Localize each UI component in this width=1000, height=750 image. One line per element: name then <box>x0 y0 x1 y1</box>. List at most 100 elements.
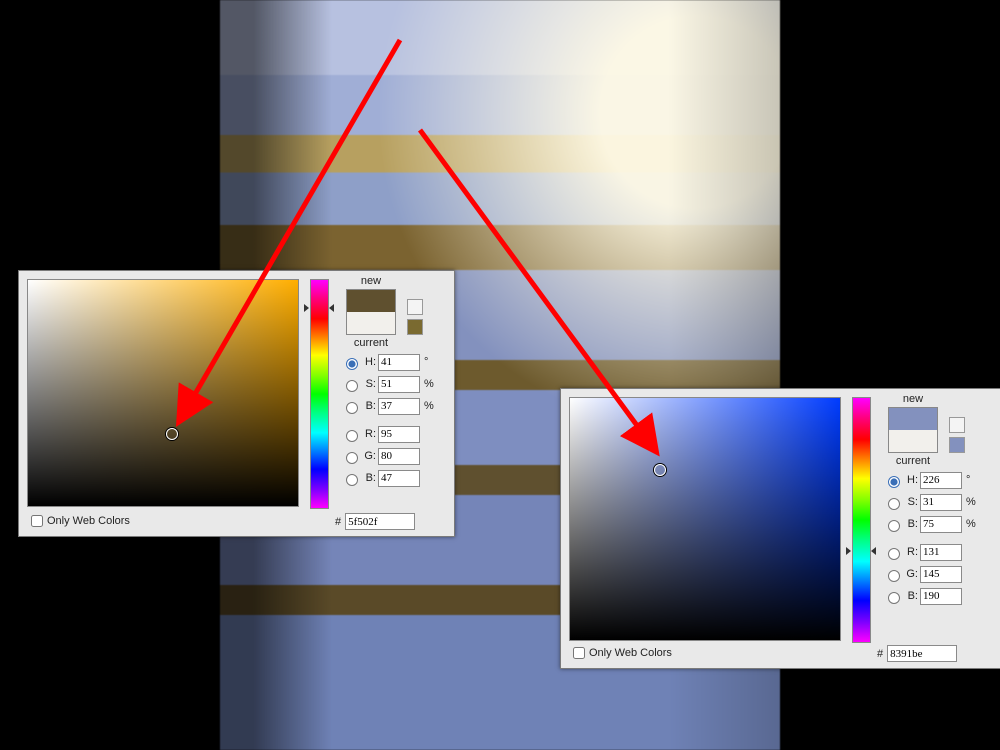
radio-g[interactable] <box>888 570 900 582</box>
stage: new current H: ° <box>0 0 1000 750</box>
swatch <box>346 289 396 335</box>
row-blue: B: <box>883 585 976 607</box>
label-h: H: <box>902 474 918 486</box>
hue-pointer-left-icon <box>846 547 851 555</box>
hsb-rgb-fields: H: ° S: % B: % <box>883 469 976 607</box>
label-g: G: <box>902 568 918 580</box>
mini-swatch-icon[interactable] <box>949 437 965 453</box>
row-s: S: % <box>341 373 434 395</box>
color-picker-panel-2: new current H: ° <box>560 388 1000 669</box>
color-picker-panel-1: new current H: ° <box>18 270 455 537</box>
sv-marker[interactable] <box>654 464 666 476</box>
only-web-colors[interactable]: Only Web Colors <box>569 644 672 662</box>
input-r[interactable] <box>378 426 420 443</box>
hex-input[interactable] <box>345 513 415 530</box>
only-web-checkbox[interactable] <box>31 515 43 527</box>
radio-r[interactable] <box>346 430 358 442</box>
label-b: B: <box>360 400 376 412</box>
hue-pointer-right-icon <box>871 547 876 555</box>
row-h: H: ° <box>341 351 434 373</box>
label-current: current <box>354 337 388 349</box>
label-g: G: <box>360 450 376 462</box>
hex-input[interactable] <box>887 645 957 662</box>
row-h: H: ° <box>883 469 976 491</box>
input-h[interactable] <box>920 472 962 489</box>
input-s[interactable] <box>920 494 962 511</box>
input-blue[interactable] <box>378 470 420 487</box>
hex-row: # <box>335 513 415 530</box>
row-b: B: % <box>883 513 976 535</box>
swatch-new[interactable] <box>889 408 937 430</box>
label-current: current <box>896 455 930 467</box>
label-r: R: <box>360 428 376 440</box>
label-new: new <box>903 393 923 405</box>
label-r: R: <box>902 546 918 558</box>
input-s[interactable] <box>378 376 420 393</box>
unit-pct: % <box>966 496 976 508</box>
label-blue: B: <box>902 590 918 602</box>
row-s: S: % <box>883 491 976 513</box>
input-g[interactable] <box>378 448 420 465</box>
sv-marker[interactable] <box>166 428 178 440</box>
input-brightness[interactable] <box>378 398 420 415</box>
input-r[interactable] <box>920 544 962 561</box>
hue-slider[interactable] <box>852 397 871 643</box>
radio-g[interactable] <box>346 452 358 464</box>
unit-pct: % <box>424 378 434 390</box>
radio-s[interactable] <box>346 380 358 392</box>
cube-icon[interactable] <box>407 299 423 315</box>
radio-blue[interactable] <box>346 474 358 486</box>
radio-h[interactable] <box>346 358 358 370</box>
input-blue[interactable] <box>920 588 962 605</box>
only-web-colors[interactable]: Only Web Colors <box>27 512 130 530</box>
swatch-current[interactable] <box>889 430 937 452</box>
swatch-icons <box>405 297 425 337</box>
new-current-swatch: new current <box>335 275 407 349</box>
label-b: B: <box>902 518 918 530</box>
row-r: R: <box>341 423 434 445</box>
label-new: new <box>361 275 381 287</box>
row-g: G: <box>341 445 434 467</box>
sv-field[interactable] <box>27 279 299 507</box>
only-web-label: Only Web Colors <box>47 515 130 527</box>
unit-deg: ° <box>966 474 976 486</box>
only-web-label: Only Web Colors <box>589 647 672 659</box>
row-g: G: <box>883 563 976 585</box>
swatch <box>888 407 938 453</box>
hue-pointer-right-icon <box>329 304 334 312</box>
swatch-icons <box>947 415 967 455</box>
input-h[interactable] <box>378 354 420 371</box>
hue-slider[interactable] <box>310 279 329 509</box>
unit-pct: % <box>424 400 434 412</box>
hex-row: # <box>877 645 957 662</box>
row-blue: B: <box>341 467 434 489</box>
label-s: S: <box>360 378 376 390</box>
row-r: R: <box>883 541 976 563</box>
input-g[interactable] <box>920 566 962 583</box>
radio-r[interactable] <box>888 548 900 560</box>
swatch-current[interactable] <box>347 312 395 334</box>
radio-blue[interactable] <box>888 592 900 604</box>
unit-pct: % <box>966 518 976 530</box>
mini-swatch-icon[interactable] <box>407 319 423 335</box>
hash-label: # <box>335 516 341 528</box>
radio-b[interactable] <box>888 520 900 532</box>
right-column: new current H: ° <box>335 275 448 532</box>
unit-deg: ° <box>424 356 434 368</box>
hue-pointer-left-icon <box>304 304 309 312</box>
cube-icon[interactable] <box>949 417 965 433</box>
radio-h[interactable] <box>888 476 900 488</box>
only-web-checkbox[interactable] <box>573 647 585 659</box>
label-blue: B: <box>360 472 376 484</box>
hash-label: # <box>877 648 883 660</box>
radio-s[interactable] <box>888 498 900 510</box>
radio-b[interactable] <box>346 402 358 414</box>
right-column: new current H: ° <box>877 393 995 664</box>
label-h: H: <box>360 356 376 368</box>
sv-field[interactable] <box>569 397 841 641</box>
hsb-rgb-fields: H: ° S: % B: % <box>341 351 434 489</box>
new-current-swatch: new current <box>877 393 949 467</box>
input-brightness[interactable] <box>920 516 962 533</box>
swatch-new[interactable] <box>347 290 395 312</box>
label-s: S: <box>902 496 918 508</box>
